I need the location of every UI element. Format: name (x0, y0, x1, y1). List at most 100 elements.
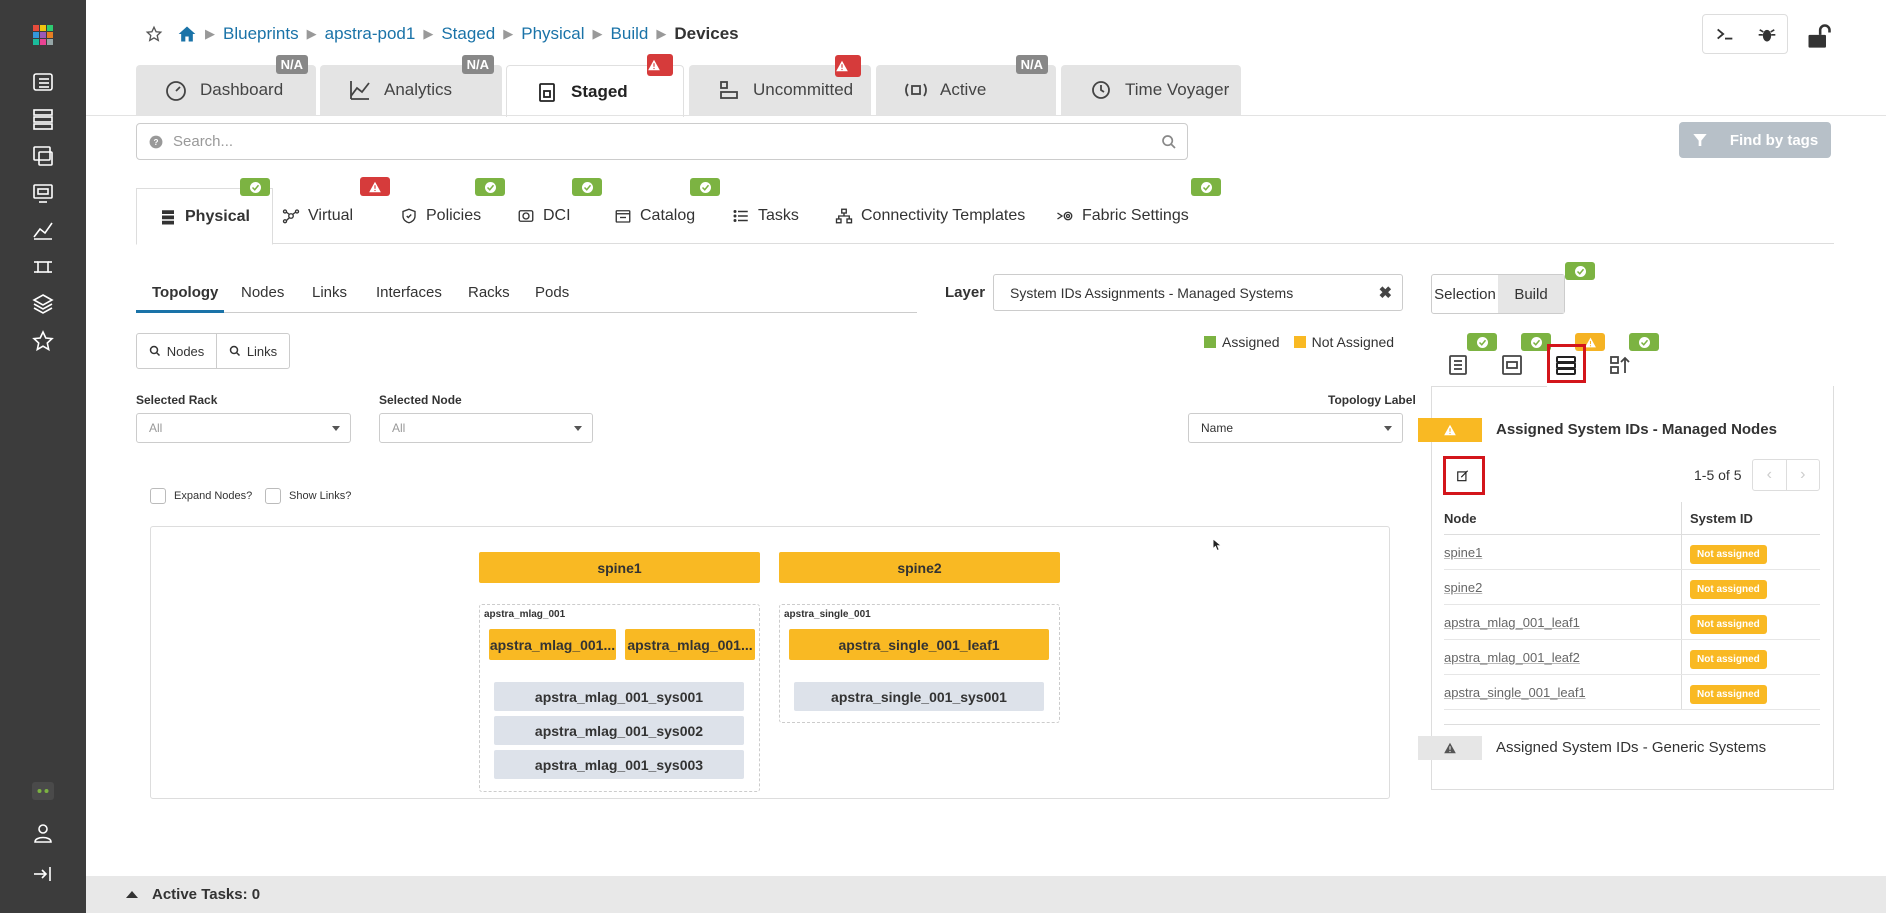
active-tasks-bar[interactable]: Active Tasks: 0 (86, 876, 1886, 913)
tab-connectivity-templates[interactable]: Connectivity Templates (835, 188, 1025, 244)
clear-icon[interactable]: ✖ (1379, 283, 1392, 303)
status-dots-icon[interactable] (28, 778, 58, 804)
tab-pods[interactable]: Pods (535, 284, 569, 301)
breadcrumb-staged[interactable]: Staged (441, 24, 495, 44)
selected-node-select[interactable]: All (379, 413, 593, 443)
tab-topology[interactable]: Topology (152, 284, 218, 301)
tab-active[interactable]: Active N/A (876, 55, 1056, 115)
tab-label: Time Voyager (1125, 80, 1230, 99)
device-profiles-icon[interactable] (1445, 352, 1471, 378)
breadcrumb-physical[interactable]: Physical (521, 24, 584, 44)
node-link[interactable]: apstra_mlag_001_leaf2 (1444, 650, 1580, 665)
breadcrumb-build[interactable]: Build (611, 24, 649, 44)
spine-node[interactable]: spine1 (479, 552, 760, 583)
tab-build[interactable]: Build (1498, 275, 1564, 313)
tab-interfaces[interactable]: Interfaces (376, 284, 442, 301)
node-link[interactable]: spine2 (1444, 580, 1482, 595)
search-nodes-button[interactable]: Nodes (136, 333, 217, 369)
tab-racks[interactable]: Racks (468, 284, 510, 301)
generic-system-node[interactable]: apstra_mlag_001_sys002 (494, 716, 744, 745)
tab-links[interactable]: Links (312, 284, 347, 301)
select-value: All (149, 421, 163, 435)
design-icon[interactable] (28, 143, 58, 169)
unlock-icon[interactable] (1805, 22, 1835, 50)
mouse-cursor-icon (1212, 535, 1226, 560)
find-by-tags-button[interactable]: Find by tags (1679, 122, 1831, 158)
col-system-id[interactable]: System ID (1682, 511, 1753, 526)
search-placeholder: Search... (173, 133, 234, 150)
col-node[interactable]: Node (1444, 502, 1682, 534)
layers-icon[interactable] (28, 291, 58, 317)
show-links-checkbox[interactable]: Show Links? (265, 488, 351, 504)
user-icon[interactable] (28, 820, 58, 846)
tab-analytics[interactable]: Analytics N/A (320, 55, 502, 115)
tab-virtual[interactable]: Virtual (282, 188, 353, 244)
generic-system-node[interactable]: apstra_mlag_001_sys001 (494, 682, 744, 711)
breadcrumb-blueprints[interactable]: Blueprints (223, 24, 299, 44)
home-icon[interactable] (177, 24, 197, 44)
tab-nodes[interactable]: Nodes (241, 284, 284, 301)
warning-badge-icon (835, 55, 861, 77)
checkbox-box[interactable] (265, 488, 281, 504)
staged-clipboard-icon (535, 80, 571, 104)
analytics-icon[interactable] (28, 217, 58, 243)
selected-node-label: Selected Node (379, 393, 462, 407)
deploy-modes-icon[interactable] (1607, 352, 1633, 378)
table-row: spine2 Not assigned (1444, 570, 1820, 605)
tab-selection[interactable]: Selection (1432, 275, 1498, 313)
blueprints-icon[interactable] (28, 69, 58, 95)
checkbox-box[interactable] (150, 488, 166, 504)
list-icon (732, 207, 758, 225)
leaf-node[interactable]: apstra_mlag_001... (489, 629, 616, 660)
selected-rack-select[interactable]: All (136, 413, 351, 443)
search-input[interactable]: ? Search... (136, 123, 1188, 160)
tab-uncommitted[interactable]: Uncommitted (689, 55, 871, 115)
breadcrumb-blueprint[interactable]: apstra-pod1 (325, 24, 416, 44)
tab-dci[interactable]: DCI (517, 188, 571, 244)
sub-tabs: Physical Virtual Policies DCI Catalog Ta… (136, 188, 1834, 245)
terminal-icon[interactable] (1714, 23, 1736, 45)
next-page-button[interactable]: › (1787, 460, 1820, 490)
topology-label-select[interactable]: Name (1188, 413, 1403, 443)
favorite-star-icon[interactable] (145, 25, 163, 43)
node-link[interactable]: spine1 (1444, 545, 1482, 560)
active-broadcast-icon (904, 78, 940, 102)
tab-physical[interactable]: Physical (136, 188, 273, 245)
expand-nodes-checkbox[interactable]: Expand Nodes? (150, 488, 252, 504)
tab-label: Catalog (640, 207, 696, 224)
tab-fabric-settings[interactable]: Fabric Settings (1056, 188, 1189, 244)
generic-system-node[interactable]: apstra_single_001_sys001 (794, 682, 1044, 711)
pager-text: 1-5 of 5 (1694, 467, 1742, 483)
leaf-node[interactable]: apstra_single_001_leaf1 (789, 629, 1049, 660)
collapse-sidebar-icon[interactable] (28, 861, 58, 887)
tab-time-voyager[interactable]: Time Voyager (1061, 65, 1241, 115)
prev-page-button[interactable]: ‹ (1753, 460, 1787, 490)
node-link[interactable]: apstra_single_001_leaf1 (1444, 685, 1586, 700)
apstra-logo-icon[interactable] (28, 22, 58, 48)
leaf-node[interactable]: apstra_mlag_001... (625, 629, 755, 660)
favorites-star-icon[interactable] (28, 328, 58, 354)
spine-node[interactable]: spine2 (779, 552, 1060, 583)
breadcrumb: ▶ Blueprints ▶ apstra-pod1 ▶ Staged ▶ Physic… (145, 24, 739, 44)
tab-staged[interactable]: Staged (506, 54, 684, 117)
tab-label: Physical (185, 207, 250, 225)
tab-tasks[interactable]: Tasks (732, 188, 799, 244)
tab-label: Tasks (758, 207, 799, 224)
tab-catalog[interactable]: Catalog (614, 188, 695, 244)
resources-icon[interactable] (28, 180, 58, 206)
search-links-button[interactable]: Links (216, 333, 290, 369)
bug-icon[interactable] (1757, 24, 1777, 44)
layer-select[interactable]: System IDs Assignments - Managed Systems… (993, 274, 1403, 311)
tab-dashboard[interactable]: Dashboard N/A (136, 55, 316, 115)
tab-policies[interactable]: Policies (400, 188, 481, 244)
tab-label: Uncommitted (753, 80, 854, 99)
find-by-tags-label: Find by tags (1729, 131, 1819, 149)
interface-maps-icon[interactable] (1499, 352, 1525, 378)
node-link[interactable]: apstra_mlag_001_leaf1 (1444, 615, 1580, 630)
search-icon[interactable] (1161, 134, 1177, 150)
legend: Assigned Not Assigned (1204, 334, 1394, 350)
generic-system-node[interactable]: apstra_mlag_001_sys003 (494, 750, 744, 779)
devices-icon[interactable] (28, 106, 58, 132)
external-systems-icon[interactable] (28, 254, 58, 280)
rack-label: apstra_single_001 (784, 609, 871, 620)
